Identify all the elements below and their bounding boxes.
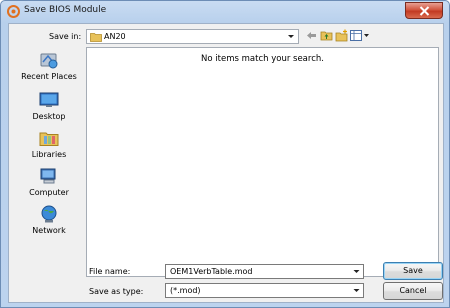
save-as-type-dropdown[interactable]: (*.mod) (165, 283, 364, 298)
app-icon (7, 5, 20, 18)
place-recent-places[interactable]: Recent Places (14, 50, 84, 86)
file-name-value: OEM1VerbTable.mod (170, 267, 253, 276)
save-as-type-label: Save as type: (89, 287, 144, 296)
view-menu-icon[interactable] (350, 29, 370, 42)
up-folder-icon[interactable] (320, 29, 333, 42)
save-in-dropdown[interactable]: AN20 (86, 29, 299, 44)
file-name-label: File name: (89, 267, 131, 276)
place-network[interactable]: Network (14, 204, 84, 240)
save-in-value: AN20 (104, 32, 126, 41)
save-button[interactable]: Save (383, 262, 443, 280)
place-desktop[interactable]: Desktop (14, 90, 84, 126)
close-button[interactable] (405, 2, 443, 19)
file-name-input[interactable]: OEM1VerbTable.mod (165, 264, 364, 279)
place-label: Computer (29, 188, 69, 197)
empty-message: No items match your search. (201, 54, 324, 64)
place-label: Recent Places (21, 72, 77, 81)
places-bar: Recent Places Desktop Libraries Computer… (14, 50, 84, 276)
save-as-type-value: (*.mod) (170, 286, 201, 295)
place-libraries[interactable]: Libraries (14, 128, 84, 164)
save-in-label: Save in: (49, 32, 82, 41)
place-label: Network (32, 226, 66, 235)
close-icon (419, 6, 430, 16)
chevron-down-icon[interactable] (352, 267, 361, 276)
recent-places-icon (40, 53, 58, 69)
cancel-button[interactable]: Cancel (383, 282, 443, 300)
title-bar[interactable]: Save BIOS Module (1, 1, 449, 23)
chevron-down-icon[interactable] (285, 31, 297, 42)
dialog-window: Save BIOS Module Save in: AN20 Recent Pl… (0, 0, 450, 308)
dialog-body: Save in: AN20 Recent Places Desktop Libr… (8, 23, 444, 303)
network-icon (41, 205, 57, 223)
chevron-down-icon[interactable] (352, 286, 361, 295)
desktop-icon (39, 92, 59, 107)
file-list[interactable]: No items match your search. (86, 47, 439, 277)
window-title: Save BIOS Module (24, 5, 107, 15)
place-computer[interactable]: Computer (14, 166, 84, 202)
place-label: Libraries (31, 150, 67, 159)
libraries-icon (39, 132, 59, 146)
computer-icon (40, 168, 56, 184)
folder-icon (90, 33, 102, 42)
back-arrow-icon[interactable] (305, 29, 318, 42)
new-folder-icon[interactable] (335, 29, 348, 42)
place-label: Desktop (32, 112, 66, 121)
